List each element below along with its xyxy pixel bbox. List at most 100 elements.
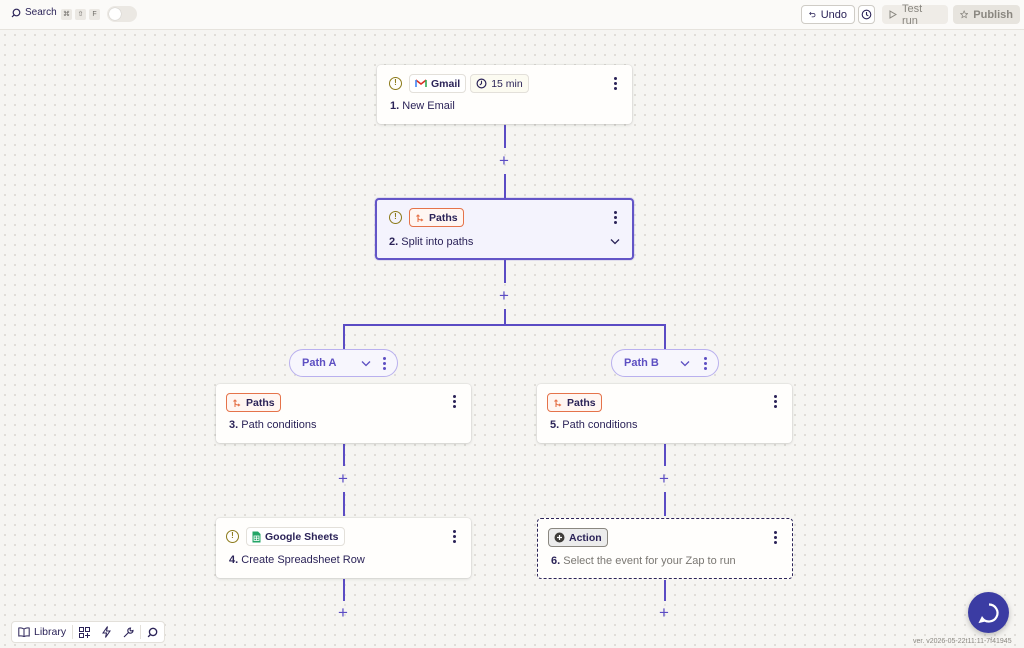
step-card-5[interactable]: Paths 5. Path conditions	[537, 384, 792, 443]
warning-icon: !	[389, 211, 402, 224]
search-button[interactable]: Search	[11, 7, 57, 18]
step-card-1[interactable]: ! Gmail 15 min 1. New Email	[377, 65, 632, 124]
step-title: 3. Path conditions	[229, 419, 316, 431]
polling-interval-chip: 15 min	[470, 74, 529, 93]
connector-line	[504, 125, 506, 148]
canvas-search-button[interactable]	[141, 622, 164, 642]
app-chip-action: Action	[548, 528, 608, 547]
step-name: Select the event for your Zap to run	[563, 555, 736, 567]
book-icon	[18, 627, 30, 637]
app-name: Paths	[429, 211, 458, 224]
path-a-label: Path A	[302, 357, 337, 369]
step-title: 6. Select the event for your Zap to run	[551, 555, 736, 567]
shortcut-key: F	[89, 9, 100, 20]
path-menu-button[interactable]	[700, 355, 710, 371]
step-title: 5. Path conditions	[550, 419, 637, 431]
app-name: Action	[569, 531, 602, 544]
chat-button[interactable]	[968, 592, 1009, 633]
search-icon	[147, 627, 158, 637]
app-name: Paths	[567, 396, 596, 409]
step-title: 4. Create Spreadsheet Row	[229, 554, 365, 566]
star-icon	[960, 10, 969, 19]
step-menu-button[interactable]	[610, 209, 620, 225]
step-menu-button[interactable]	[770, 393, 780, 409]
step-name: Create Spreadsheet Row	[241, 554, 365, 566]
app-chip-paths: Paths	[409, 208, 464, 227]
history-icon	[861, 9, 872, 20]
tools-button[interactable]	[117, 622, 140, 642]
paths-icon	[233, 398, 241, 407]
add-step-plus-icon[interactable]: +	[336, 604, 350, 621]
path-b-pill[interactable]: Path B	[611, 349, 719, 377]
bottom-toolbar: Library	[11, 621, 166, 643]
step-title: 1. New Email	[390, 100, 455, 112]
connector-line	[343, 579, 345, 601]
chevron-down-icon[interactable]	[610, 238, 620, 245]
add-step-plus-icon[interactable]: +	[657, 604, 671, 621]
test-run-button[interactable]: Test run	[882, 2, 948, 27]
step-menu-button[interactable]	[610, 75, 620, 91]
undo-button[interactable]: Undo	[801, 5, 855, 24]
library-label: Library	[34, 626, 67, 638]
add-step-plus-icon[interactable]: +	[336, 470, 350, 487]
top-toolbar: Search ⌘ ⇧ F Undo Test run Publish	[0, 0, 1024, 30]
step-card-3[interactable]: Paths 3. Path conditions	[216, 384, 471, 443]
gmail-icon	[415, 79, 427, 87]
path-a-pill[interactable]: Path A	[289, 349, 398, 377]
version-history-button[interactable]	[858, 5, 875, 24]
path-menu-button[interactable]	[379, 355, 389, 371]
connector-line	[504, 174, 506, 198]
connector-line	[664, 324, 666, 349]
path-b-label: Path B	[624, 357, 659, 369]
view-toggle[interactable]	[107, 6, 137, 22]
step-menu-button[interactable]	[449, 393, 459, 409]
clock-icon	[476, 78, 487, 89]
connector-line	[664, 444, 666, 466]
step-card-6[interactable]: Action 6. Select the event for your Zap …	[537, 518, 793, 579]
action-plus-icon	[554, 532, 565, 543]
warning-icon: !	[226, 530, 239, 543]
app-name: Paths	[246, 396, 275, 409]
chevron-down-icon[interactable]	[361, 360, 371, 367]
step-number: 5.	[550, 419, 560, 431]
shortcut-key: ⌘	[61, 9, 72, 20]
play-icon	[889, 10, 897, 19]
zap-button[interactable]	[96, 622, 117, 642]
publish-label: Publish	[973, 8, 1013, 21]
paths-icon	[416, 213, 424, 222]
warning-icon: !	[389, 77, 402, 90]
undo-label: Undo	[820, 8, 847, 21]
connector-line	[664, 580, 666, 601]
step-number: 3.	[229, 419, 239, 431]
library-button[interactable]: Library	[12, 622, 72, 642]
apps-grid-icon	[79, 626, 91, 638]
search-icon	[11, 8, 21, 17]
connector-line	[343, 324, 345, 349]
step-number: 2.	[389, 236, 399, 248]
timer-label: 15 min	[491, 77, 523, 90]
add-step-plus-icon[interactable]: +	[497, 287, 511, 304]
step-card-2[interactable]: ! Paths 2. Split into paths	[375, 198, 634, 260]
connector-line	[343, 492, 345, 516]
add-step-plus-icon[interactable]: +	[657, 470, 671, 487]
connector-line	[504, 309, 506, 325]
step-menu-button[interactable]	[770, 529, 780, 545]
step-card-4[interactable]: ! Google Sheets 4. Create Spreadsheet Ro…	[216, 518, 471, 578]
search-label: Search	[25, 7, 57, 18]
chat-bubble-icon	[977, 602, 999, 623]
connector-line	[343, 444, 345, 466]
app-name: Gmail	[431, 77, 461, 90]
app-chip-gmail: Gmail	[409, 74, 467, 93]
step-menu-button[interactable]	[449, 528, 459, 544]
step-name: New Email	[402, 100, 455, 112]
publish-button[interactable]: Publish	[953, 5, 1020, 24]
chevron-down-icon[interactable]	[680, 360, 690, 367]
step-number: 1.	[390, 100, 400, 112]
apps-button[interactable]	[73, 622, 96, 642]
version-label: ver. v2026-05-22t11:11-7f41945	[913, 638, 1012, 645]
add-step-plus-icon[interactable]: +	[497, 152, 511, 169]
test-run-label: Test run	[901, 2, 923, 27]
connector-line	[504, 260, 506, 283]
search-shortcut: ⌘ ⇧ F	[61, 9, 100, 20]
branch-line	[343, 324, 666, 326]
